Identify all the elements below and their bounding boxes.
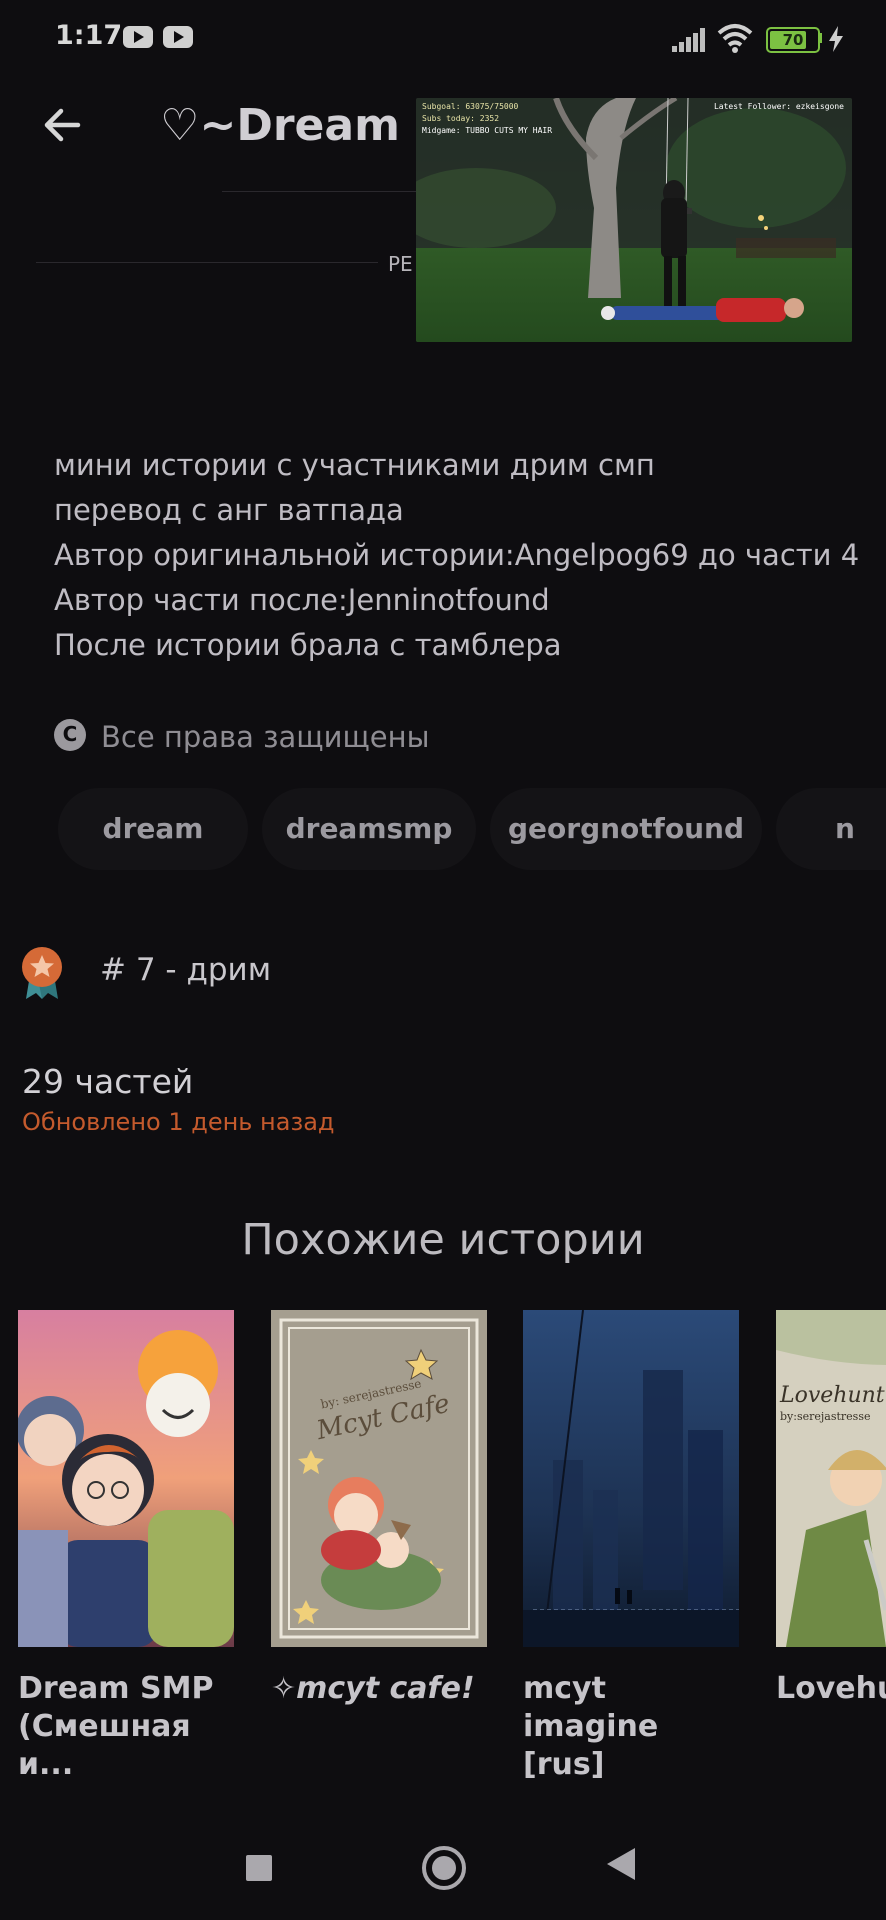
story-cover[interactable]: by: serejastresse Mcyt Cafe	[271, 1310, 487, 1647]
ranking-medal-icon	[22, 947, 62, 999]
similar-stories-heading: Похожие истории	[241, 1215, 645, 1265]
nav-back-button[interactable]	[607, 1848, 635, 1880]
signal-icon	[672, 28, 706, 52]
reading-label: РЕ	[388, 252, 413, 276]
charging-icon	[829, 26, 843, 52]
updated-text: Обновлено 1 день назад	[22, 1108, 335, 1136]
description-line: Автор части после:Jenninotfound	[54, 583, 550, 617]
story-cover[interactable]: Lovehunt by:serejastresse	[776, 1310, 886, 1647]
status-time: 1:17	[55, 20, 123, 51]
svg-text:Lovehunt: Lovehunt	[779, 1383, 885, 1408]
recents-button[interactable]	[246, 1855, 272, 1881]
tag-chip[interactable]: n	[776, 788, 886, 870]
description-line: мини истории с участниками дрим смп	[54, 448, 655, 482]
tag-chip[interactable]: georgnotfound	[490, 788, 762, 870]
header-divider	[36, 262, 378, 263]
back-arrow-icon[interactable]	[42, 105, 82, 145]
tag-chip[interactable]: dream	[58, 788, 248, 870]
description-line: После истории брала с тамблера	[54, 628, 562, 662]
story-card-title[interactable]: Lovehur	[776, 1670, 886, 1708]
story-cover[interactable]	[523, 1310, 739, 1647]
ranking-text[interactable]: # 7 - дрим	[100, 952, 271, 988]
story-title: ♡~Dream smp	[160, 100, 425, 151]
overlay-subs: Subs today: 2352	[422, 114, 500, 123]
story-card-title[interactable]: mcyt imagine [rus]	[523, 1670, 743, 1784]
copyright-icon	[54, 719, 86, 751]
description-line: Автор оригинальной истории:Angelpog69 до…	[54, 538, 860, 572]
overlay-subgoal: Subgoal: 63075/75000	[422, 102, 519, 111]
youtube-icon	[163, 26, 193, 48]
wifi-icon	[717, 24, 753, 53]
battery-icon: 70	[766, 27, 820, 53]
story-cover[interactable]	[18, 1310, 234, 1647]
overlay-latest-follower: Latest Follower: ezkeisgone	[713, 102, 844, 111]
tag-chip[interactable]: dreamsmp	[262, 788, 476, 870]
svg-text:by:serejastresse: by:serejastresse	[780, 1410, 871, 1423]
video-overlay[interactable]: Subgoal: 63075/75000 Subs today: 2352 Mi…	[416, 98, 852, 342]
story-card-title[interactable]: Dream SMP (Смешная и...	[18, 1670, 238, 1784]
header-divider	[222, 191, 422, 192]
story-card-title[interactable]: ✧mcyt cafe!	[271, 1670, 491, 1708]
copyright-text: Все права защищены	[101, 720, 430, 754]
description-line: перевод с анг ватпада	[54, 493, 404, 527]
youtube-icon	[123, 26, 153, 48]
battery-level: 70	[782, 31, 804, 49]
parts-count[interactable]: 29 частей	[22, 1062, 193, 1101]
home-dot	[432, 1856, 456, 1880]
battery-tip	[818, 33, 822, 43]
overlay-midgame: Midgame: TUBBO CUTS MY HAIR	[422, 126, 553, 135]
